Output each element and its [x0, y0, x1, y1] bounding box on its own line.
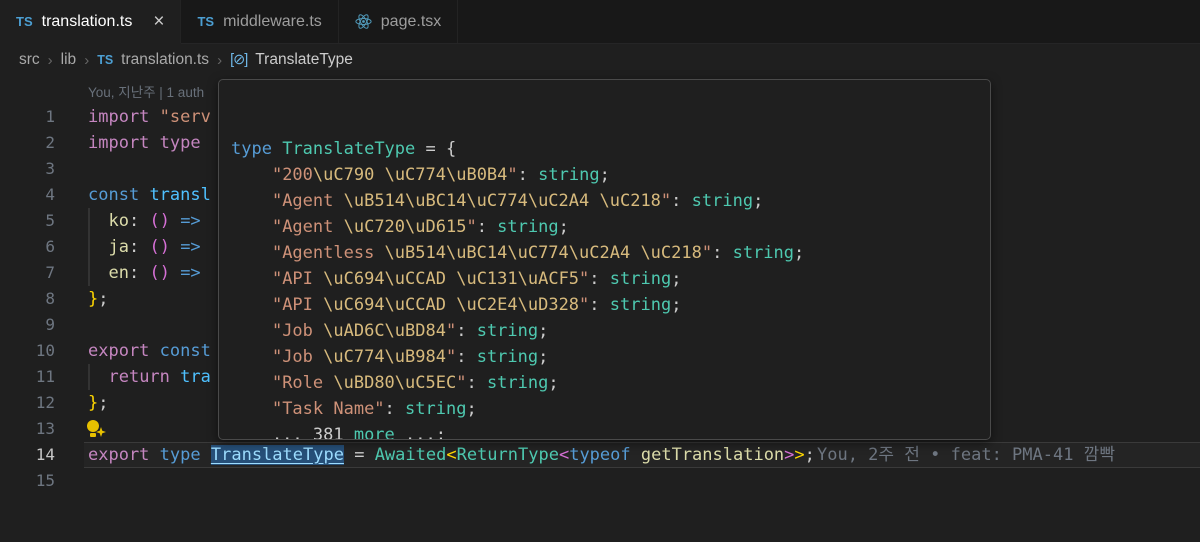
- react-icon: [355, 13, 372, 30]
- line-number: 15: [0, 468, 55, 494]
- line-number: 12: [0, 390, 55, 416]
- line-number: 5: [0, 208, 55, 234]
- tab-label: page.tsx: [381, 13, 441, 31]
- code-text: const transl: [88, 182, 211, 208]
- breadcrumb-symbol[interactable]: TranslateType: [255, 51, 353, 69]
- code-text: };: [88, 286, 109, 312]
- hover-line-7: "API \uC694\uCCAD \uC2E4\uD328": string;: [231, 292, 978, 318]
- hover-line-2: "200\uC790 \uC774\uB0B4": string;: [231, 162, 978, 188]
- code-line-15: 15: [0, 468, 1200, 494]
- hover-line-6: "API \uC694\uCCAD \uC131\uACF5": string;: [231, 266, 978, 292]
- symbol-link-translatetype[interactable]: TranslateType: [211, 445, 344, 465]
- line-number: 6: [0, 234, 55, 260]
- type-symbol-icon: [⊘]: [230, 52, 247, 68]
- line-number: 7: [0, 260, 55, 286]
- hover-line-1: type TranslateType = {: [231, 136, 978, 162]
- hover-line-5: "Agentless \uB514\uBC14\uC774\uC2A4 \uC2…: [231, 240, 978, 266]
- tab-translation-ts[interactable]: TS translation.ts ×: [0, 0, 181, 44]
- code-text: en: () =>: [88, 260, 201, 286]
- chevron-right-icon: ›: [217, 52, 222, 69]
- tab-page-tsx[interactable]: page.tsx: [339, 0, 458, 43]
- code-text: import type: [88, 130, 201, 156]
- hover-line-8: "Job \uAD6C\uBD84": string;: [231, 318, 978, 344]
- typescript-icon: TS: [16, 14, 33, 29]
- line-number: 1: [0, 104, 55, 130]
- tab-middleware-ts[interactable]: TS middleware.ts: [181, 0, 338, 43]
- breadcrumb-lib[interactable]: lib: [61, 51, 77, 69]
- typescript-icon: TS: [197, 14, 214, 29]
- line-number: 13: [0, 416, 55, 442]
- code-line-14: 14 export type TranslateType = Awaited<Re…: [0, 442, 1200, 468]
- line-number: 11: [0, 364, 55, 390]
- hover-line-12: ... 381 more ...;: [231, 422, 978, 440]
- tab-label: middleware.ts: [223, 13, 322, 31]
- breadcrumb: src › lib › TS translation.ts › [⊘] Tran…: [0, 44, 1200, 76]
- code-text: ko: () =>: [88, 208, 201, 234]
- chevron-right-icon: ›: [84, 52, 89, 69]
- code-text: export const: [88, 338, 211, 364]
- code-text: ja: () =>: [88, 234, 201, 260]
- line-number: 10: [0, 338, 55, 364]
- tab-label: translation.ts: [42, 13, 133, 31]
- hover-type-definition: type TranslateType = { "200\uC790 \uC774…: [231, 136, 978, 440]
- typescript-icon: TS: [97, 53, 113, 67]
- code-text: import "serv: [88, 104, 211, 130]
- hover-popup[interactable]: type TranslateType = { "200\uC790 \uC774…: [218, 79, 991, 440]
- lightbulb-sparkle-icon[interactable]: [86, 419, 106, 439]
- hover-line-10: "Role \uBD80\uC5EC": string;: [231, 370, 978, 396]
- tab-bar: TS translation.ts × TS middleware.ts pag…: [0, 0, 1200, 44]
- code-text: export type TranslateType = Awaited<Retu…: [88, 442, 815, 468]
- git-blame-annotation: You, 2주 전 • feat: PMA-41 깜빡: [817, 442, 1115, 468]
- breadcrumb-file[interactable]: translation.ts: [121, 51, 209, 69]
- line-number: 4: [0, 182, 55, 208]
- hover-line-9: "Job \uC774\uB984": string;: [231, 344, 978, 370]
- chevron-right-icon: ›: [48, 52, 53, 69]
- breadcrumb-src[interactable]: src: [19, 51, 40, 69]
- hover-line-11: "Task Name": string;: [231, 396, 978, 422]
- hover-line-4: "Agent \uC720\uD615": string;: [231, 214, 978, 240]
- code-text: return tra: [88, 364, 211, 390]
- line-number: 3: [0, 156, 55, 182]
- code-text: };: [88, 390, 109, 416]
- line-number: 8: [0, 286, 55, 312]
- line-number: 9: [0, 312, 55, 338]
- hover-line-3: "Agent \uB514\uBC14\uC774\uC2A4 \uC218":…: [231, 188, 978, 214]
- line-number: 14: [0, 442, 55, 468]
- line-number: 2: [0, 130, 55, 156]
- close-icon[interactable]: ×: [153, 12, 164, 31]
